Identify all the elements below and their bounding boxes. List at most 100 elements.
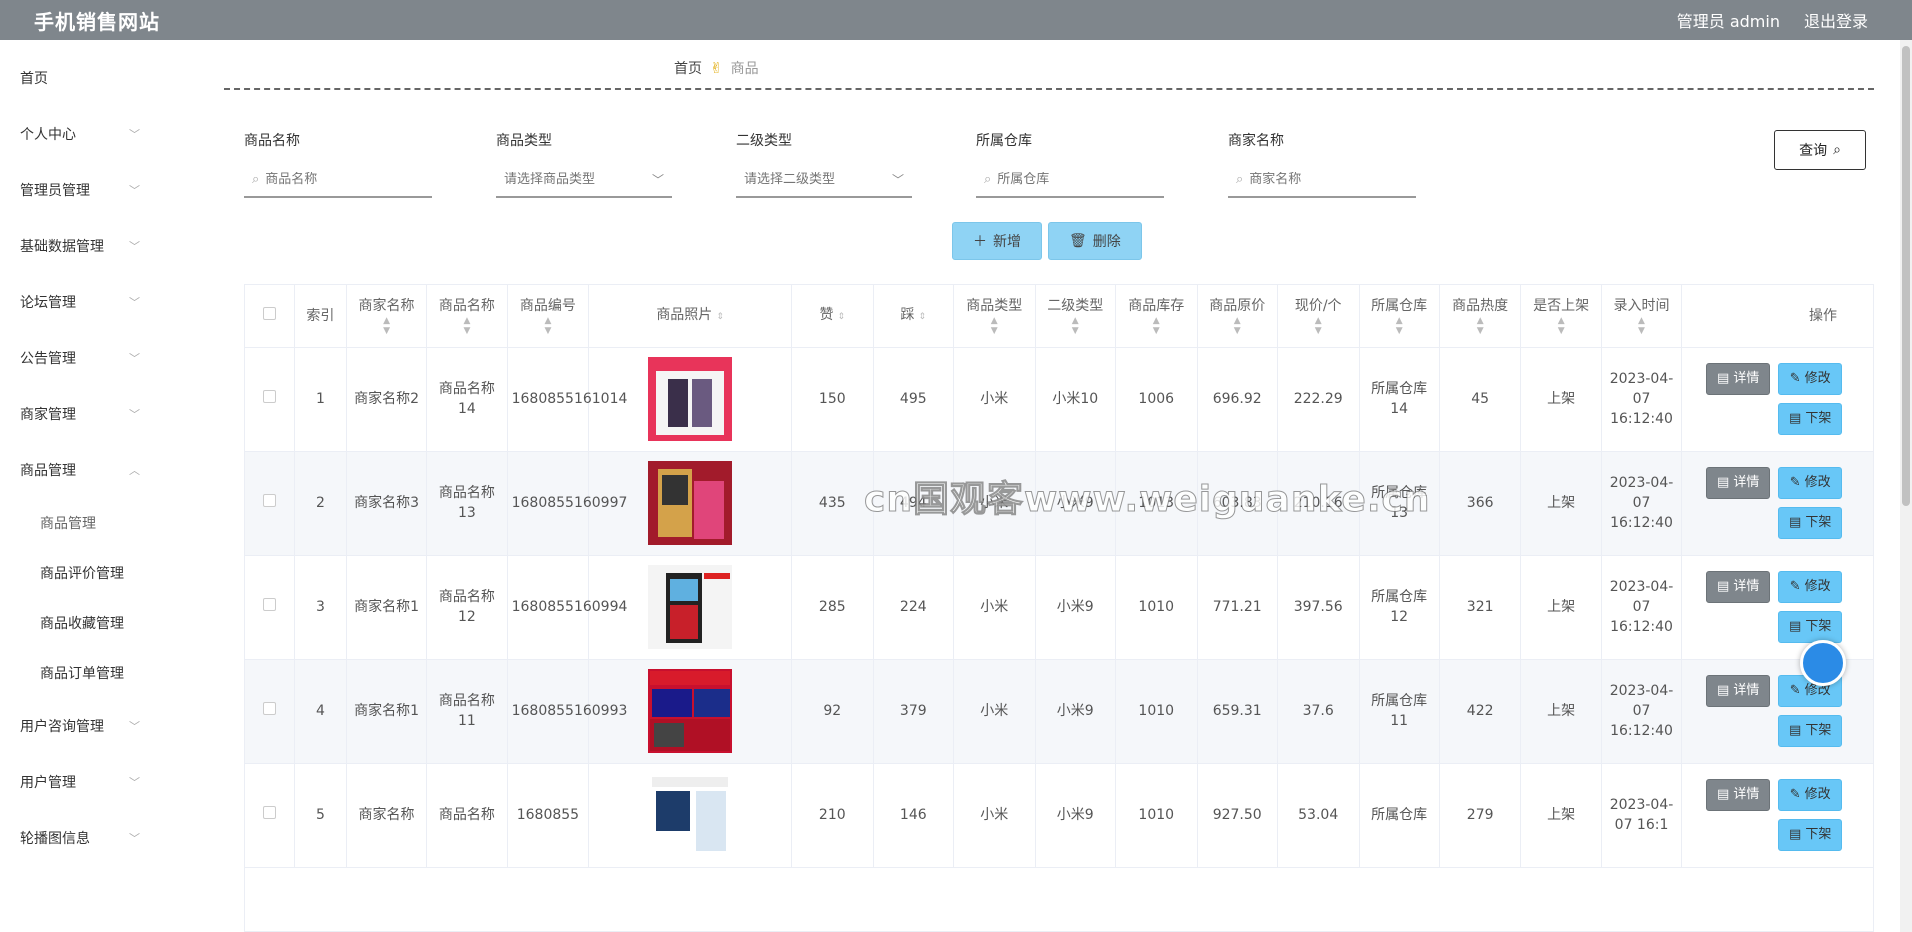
row-checkbox[interactable] <box>262 598 276 611</box>
cell-like: 92 <box>791 659 874 764</box>
chevron-down-icon: ﹀ <box>129 240 140 253</box>
chevron-down-icon: ﹀ <box>129 776 140 789</box>
detail-button[interactable]: ▤ 详情 <box>1706 363 1771 395</box>
column-header[interactable]: 录入时间 ▲ ▼ <box>1601 285 1683 348</box>
column-header[interactable]: 商品库存 ▲ ▼ <box>1115 285 1198 348</box>
search-input-wrap[interactable]: ⌕ <box>1228 162 1416 198</box>
column-header[interactable]: 商家名称 ▲ ▼ <box>346 285 428 348</box>
column-header[interactable]: 索引 <box>294 285 347 348</box>
add-label: 新增 <box>993 234 1021 250</box>
type-select[interactable]: ﹀ <box>496 162 672 198</box>
detail-button[interactable]: ▤ 详情 <box>1706 571 1771 603</box>
unlist-button[interactable]: ▤ 下架 <box>1778 715 1843 747</box>
sort-icon[interactable]: ▲ ▼ <box>1200 316 1275 336</box>
column-header[interactable]: 操作 <box>1681 285 1873 348</box>
search-input[interactable] <box>1249 171 1408 187</box>
row-checkbox[interactable] <box>262 494 276 507</box>
column-header[interactable]: 踩 ⇕ <box>873 285 954 348</box>
column-header[interactable]: 所属仓库 ▲ ▼ <box>1359 285 1440 348</box>
sort-icon[interactable]: ▲ ▼ <box>429 316 504 336</box>
sidebar-item-after-1[interactable]: 用户管理 ﹀ <box>0 754 200 810</box>
floating-action-icon[interactable] <box>1800 640 1846 686</box>
column-header[interactable]: 二级类型 ▲ ▼ <box>1035 285 1116 348</box>
sort-icon[interactable]: ▲ ▼ <box>1038 316 1113 336</box>
breadcrumb-home[interactable]: 首页 <box>674 58 702 78</box>
sort-icon[interactable]: ▲ ▼ <box>1118 316 1195 336</box>
chevron-up-icon: ︿ <box>129 464 140 477</box>
admin-user[interactable]: 管理员 admin <box>1677 8 1780 32</box>
row-checkbox[interactable] <box>262 702 276 715</box>
sort-icon[interactable]: ▲ ▼ <box>1604 316 1679 336</box>
search-input[interactable] <box>997 171 1156 187</box>
detail-button[interactable]: ▤ 详情 <box>1706 467 1771 499</box>
scrollbar-thumb[interactable] <box>1902 46 1910 506</box>
edit-button[interactable]: ✎ 修改 <box>1778 363 1843 395</box>
sort-icon[interactable]: ▲ ▼ <box>956 316 1033 336</box>
sort-icon[interactable]: ⇕ <box>919 312 927 322</box>
sidebar-subitem-1[interactable]: 商品评价管理 <box>0 548 200 598</box>
search-input-wrap[interactable]: ⌕ <box>244 162 432 198</box>
row-checkbox[interactable] <box>262 806 276 819</box>
edit-button[interactable]: ✎ 修改 <box>1778 571 1843 603</box>
sort-icon[interactable]: ▲ ▼ <box>510 316 587 336</box>
sidebar-item-after-2[interactable]: 轮播图信息 ﹀ <box>0 810 200 866</box>
unlist-button[interactable]: ▤ 下架 <box>1778 403 1843 435</box>
column-header[interactable]: 商品照片 ⇕ <box>588 285 792 348</box>
sidebar-item-6[interactable]: 商家管理 ﹀ <box>0 386 200 442</box>
column-header[interactable]: 商品编号 ▲ ▼ <box>507 285 590 348</box>
sort-icon[interactable]: ⇕ <box>716 312 724 322</box>
sort-icon[interactable]: ▲ ▼ <box>349 316 424 336</box>
sort-icon[interactable]: ⇕ <box>838 312 846 322</box>
edit-button[interactable]: ✎ 修改 <box>1778 467 1843 499</box>
unlist-button[interactable]: ▤ 下架 <box>1778 611 1843 643</box>
edit-button[interactable]: ✎ 修改 <box>1778 779 1843 811</box>
select-input[interactable] <box>504 171 646 187</box>
select-all-checkbox[interactable] <box>262 306 276 320</box>
sort-icon[interactable]: ▲ ▼ <box>1362 316 1437 336</box>
sidebar-item-1[interactable]: 个人中心 ﹀ <box>0 106 200 162</box>
cell-value: 210 <box>818 807 846 823</box>
query-button[interactable]: 查询 ⌕ <box>1774 130 1866 170</box>
column-header[interactable]: 商品名称 ▲ ▼ <box>426 285 508 348</box>
column-header[interactable]: 赞 ⇕ <box>791 285 874 348</box>
sidebar-subitem-0[interactable]: 商品管理 <box>0 498 200 548</box>
unlist-button[interactable]: ▤ 下架 <box>1778 507 1843 539</box>
sort-icon[interactable]: ▲ ▼ <box>1280 316 1357 336</box>
sort-icon[interactable]: ▲ ▼ <box>1442 316 1519 336</box>
column-header[interactable]: 商品类型 ▲ ▼ <box>953 285 1036 348</box>
add-button[interactable]: ＋ 新增 <box>952 222 1042 260</box>
sidebar-item-0[interactable]: 首页 <box>0 50 200 106</box>
column-header[interactable]: 是否上架 ▲ ▼ <box>1520 285 1602 348</box>
product-photo[interactable] <box>593 773 787 857</box>
column-label: 商品编号 <box>519 297 576 314</box>
row-checkbox[interactable] <box>262 390 276 403</box>
sidebar-item-7[interactable]: 商品管理 ︿ <box>0 442 200 498</box>
cell-like: 150 <box>791 347 874 452</box>
document-icon: ▤ <box>1717 787 1730 802</box>
unlist-button[interactable]: ▤ 下架 <box>1778 819 1843 851</box>
cell-time: 2023-04-07 16:12:40 <box>1601 555 1683 660</box>
search-input[interactable] <box>265 171 424 187</box>
sidebar-item-5[interactable]: 公告管理 ﹀ <box>0 330 200 386</box>
scrollbar[interactable] <box>1900 40 1912 932</box>
delete-button[interactable]: 🗑 删除 <box>1048 222 1142 260</box>
sidebar-subitem-3[interactable]: 商品订单管理 <box>0 648 200 698</box>
sidebar-subitem-2[interactable]: 商品收藏管理 <box>0 598 200 648</box>
sidebar-item-after-0[interactable]: 用户咨询管理 ﹀ <box>0 698 200 754</box>
cell-value: 2 <box>315 495 325 511</box>
column-header[interactable]: 商品原价 ▲ ▼ <box>1197 285 1278 348</box>
sort-icon[interactable]: ▲ ▼ <box>1523 316 1598 336</box>
logout-link[interactable]: 退出登录 <box>1804 8 1868 32</box>
detail-button[interactable]: ▤ 详情 <box>1706 675 1771 707</box>
type-select[interactable]: ﹀ <box>736 162 912 198</box>
column-header[interactable]: 商品热度 ▲ ▼ <box>1439 285 1522 348</box>
select-input[interactable] <box>744 171 886 187</box>
column-header[interactable]: 现价/个 ▲ ▼ <box>1277 285 1360 348</box>
sidebar-item-3[interactable]: 基础数据管理 ﹀ <box>0 218 200 274</box>
menu-label: 管理员管理 <box>20 183 90 199</box>
sidebar-item-2[interactable]: 管理员管理 ﹀ <box>0 162 200 218</box>
detail-button[interactable]: ▤ 详情 <box>1706 779 1771 811</box>
search-input-wrap[interactable]: ⌕ <box>976 162 1164 198</box>
sidebar-item-4[interactable]: 论坛管理 ﹀ <box>0 274 200 330</box>
cell-shop: 商家名称3 <box>346 451 428 556</box>
